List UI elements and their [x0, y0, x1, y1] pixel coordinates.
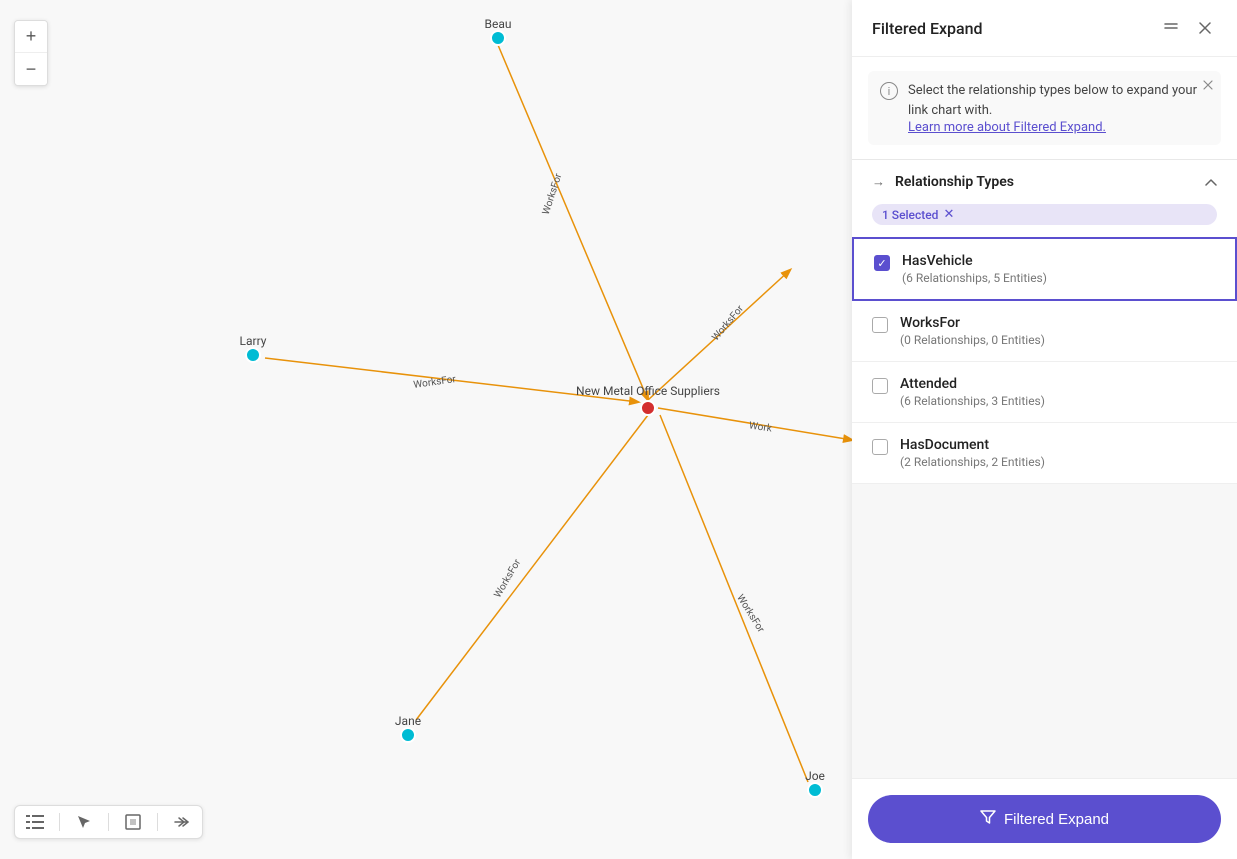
relationship-name-attended: Attended: [900, 376, 1045, 392]
section-header-left: → Relationship Types: [872, 174, 1014, 190]
right-arrow-icon: →: [872, 174, 885, 190]
relationship-types-section-header[interactable]: → Relationship Types: [852, 160, 1237, 204]
collapse-button[interactable]: [1159, 16, 1183, 40]
edge-label-right: Work: [748, 420, 773, 434]
panel-title: Filtered Expand: [872, 19, 983, 38]
zoom-in-button[interactable]: +: [15, 21, 47, 53]
relationship-meta-hasdocument: (2 Relationships, 2 Entities): [900, 455, 1045, 469]
node-larry[interactable]: [246, 348, 260, 362]
zoom-controls: + −: [14, 20, 48, 86]
node-label-larry: Larry: [240, 334, 267, 348]
relationship-item-hasvehicle[interactable]: HasVehicle (6 Relationships, 5 Entities): [852, 237, 1237, 301]
zoom-out-button[interactable]: −: [15, 53, 47, 85]
info-icon: i: [880, 82, 898, 100]
section-title: Relationship Types: [895, 174, 1014, 190]
list-spacer: [852, 484, 1237, 684]
relationship-info-hasvehicle: HasVehicle (6 Relationships, 5 Entities): [902, 253, 1047, 285]
filter-icon: [980, 809, 996, 829]
toolbar-divider-1: [59, 813, 60, 831]
right-panel: Filtered Expand i Select the relationshi…: [852, 0, 1237, 859]
edge-label-upper-right: WorksFor: [710, 303, 746, 343]
checkbox-hasdocument[interactable]: [872, 439, 888, 455]
filtered-expand-button[interactable]: Filtered Expand: [868, 795, 1221, 843]
relationship-name-worksfor: WorksFor: [900, 315, 1045, 331]
info-banner: i Select the relationship types below to…: [868, 71, 1221, 145]
graph-svg: WorksFor WorksFor WorksFor WorksFor Work…: [0, 0, 855, 859]
relationship-info-attended: Attended (6 Relationships, 3 Entities): [900, 376, 1045, 408]
selected-badge-clear[interactable]: ✕: [943, 207, 954, 222]
toolbar-divider-2: [108, 813, 109, 831]
forward-tool-icon[interactable]: [172, 812, 192, 832]
close-panel-button[interactable]: [1193, 16, 1217, 40]
bottom-toolbar: [14, 805, 203, 839]
toolbar-divider-3: [157, 813, 158, 831]
node-beau[interactable]: [491, 31, 505, 45]
node-label-joe: Joe: [805, 769, 825, 783]
relationship-info-hasdocument: HasDocument (2 Relationships, 2 Entities…: [900, 437, 1045, 469]
relationship-meta-hasvehicle: (6 Relationships, 5 Entities): [902, 271, 1047, 285]
node-label-beau: Beau: [485, 17, 512, 31]
relationship-item-attended[interactable]: Attended (6 Relationships, 3 Entities): [852, 362, 1237, 423]
box-tool-icon[interactable]: [123, 812, 143, 832]
panel-footer: Filtered Expand: [852, 778, 1237, 859]
node-jane[interactable]: [401, 728, 415, 742]
node-center[interactable]: [641, 401, 655, 415]
checkbox-attended[interactable]: [872, 378, 888, 394]
info-text: Select the relationship types below to e…: [908, 81, 1209, 120]
edge-label-bottom-right: WorksFor: [734, 593, 766, 635]
cursor-tool-icon[interactable]: [74, 812, 94, 832]
node-label-jane: Jane: [395, 714, 421, 728]
node-label-center: New Metal Office Suppliers: [576, 384, 720, 398]
checkbox-worksfor[interactable]: [872, 317, 888, 333]
relationship-name-hasvehicle: HasVehicle: [902, 253, 1047, 269]
selected-badge-text: 1 Selected: [882, 208, 938, 222]
relationship-info-worksfor: WorksFor (0 Relationships, 0 Entities): [900, 315, 1045, 347]
relationship-item-hasdocument[interactable]: HasDocument (2 Relationships, 2 Entities…: [852, 423, 1237, 484]
node-joe[interactable]: [808, 783, 822, 797]
relationship-name-hasdocument: HasDocument: [900, 437, 1045, 453]
graph-canvas[interactable]: WorksFor WorksFor WorksFor WorksFor Work…: [0, 0, 855, 859]
panel-header: Filtered Expand: [852, 0, 1237, 57]
relationship-list: HasVehicle (6 Relationships, 5 Entities)…: [852, 237, 1237, 778]
relationship-item-worksfor[interactable]: WorksFor (0 Relationships, 0 Entities): [852, 301, 1237, 362]
filtered-expand-label: Filtered Expand: [1004, 811, 1109, 828]
info-link[interactable]: Learn more about Filtered Expand.: [908, 120, 1209, 135]
edge-label-bottom-left: WorksFor: [492, 557, 523, 600]
chevron-up-icon: [1205, 175, 1217, 189]
list-tool-icon[interactable]: [25, 812, 45, 832]
info-banner-close[interactable]: [1203, 79, 1213, 94]
checkbox-hasvehicle[interactable]: [874, 255, 890, 271]
relationship-meta-attended: (6 Relationships, 3 Entities): [900, 394, 1045, 408]
selected-badge: 1 Selected ✕: [872, 204, 1217, 225]
relationship-meta-worksfor: (0 Relationships, 0 Entities): [900, 333, 1045, 347]
panel-header-icons: [1159, 16, 1217, 40]
